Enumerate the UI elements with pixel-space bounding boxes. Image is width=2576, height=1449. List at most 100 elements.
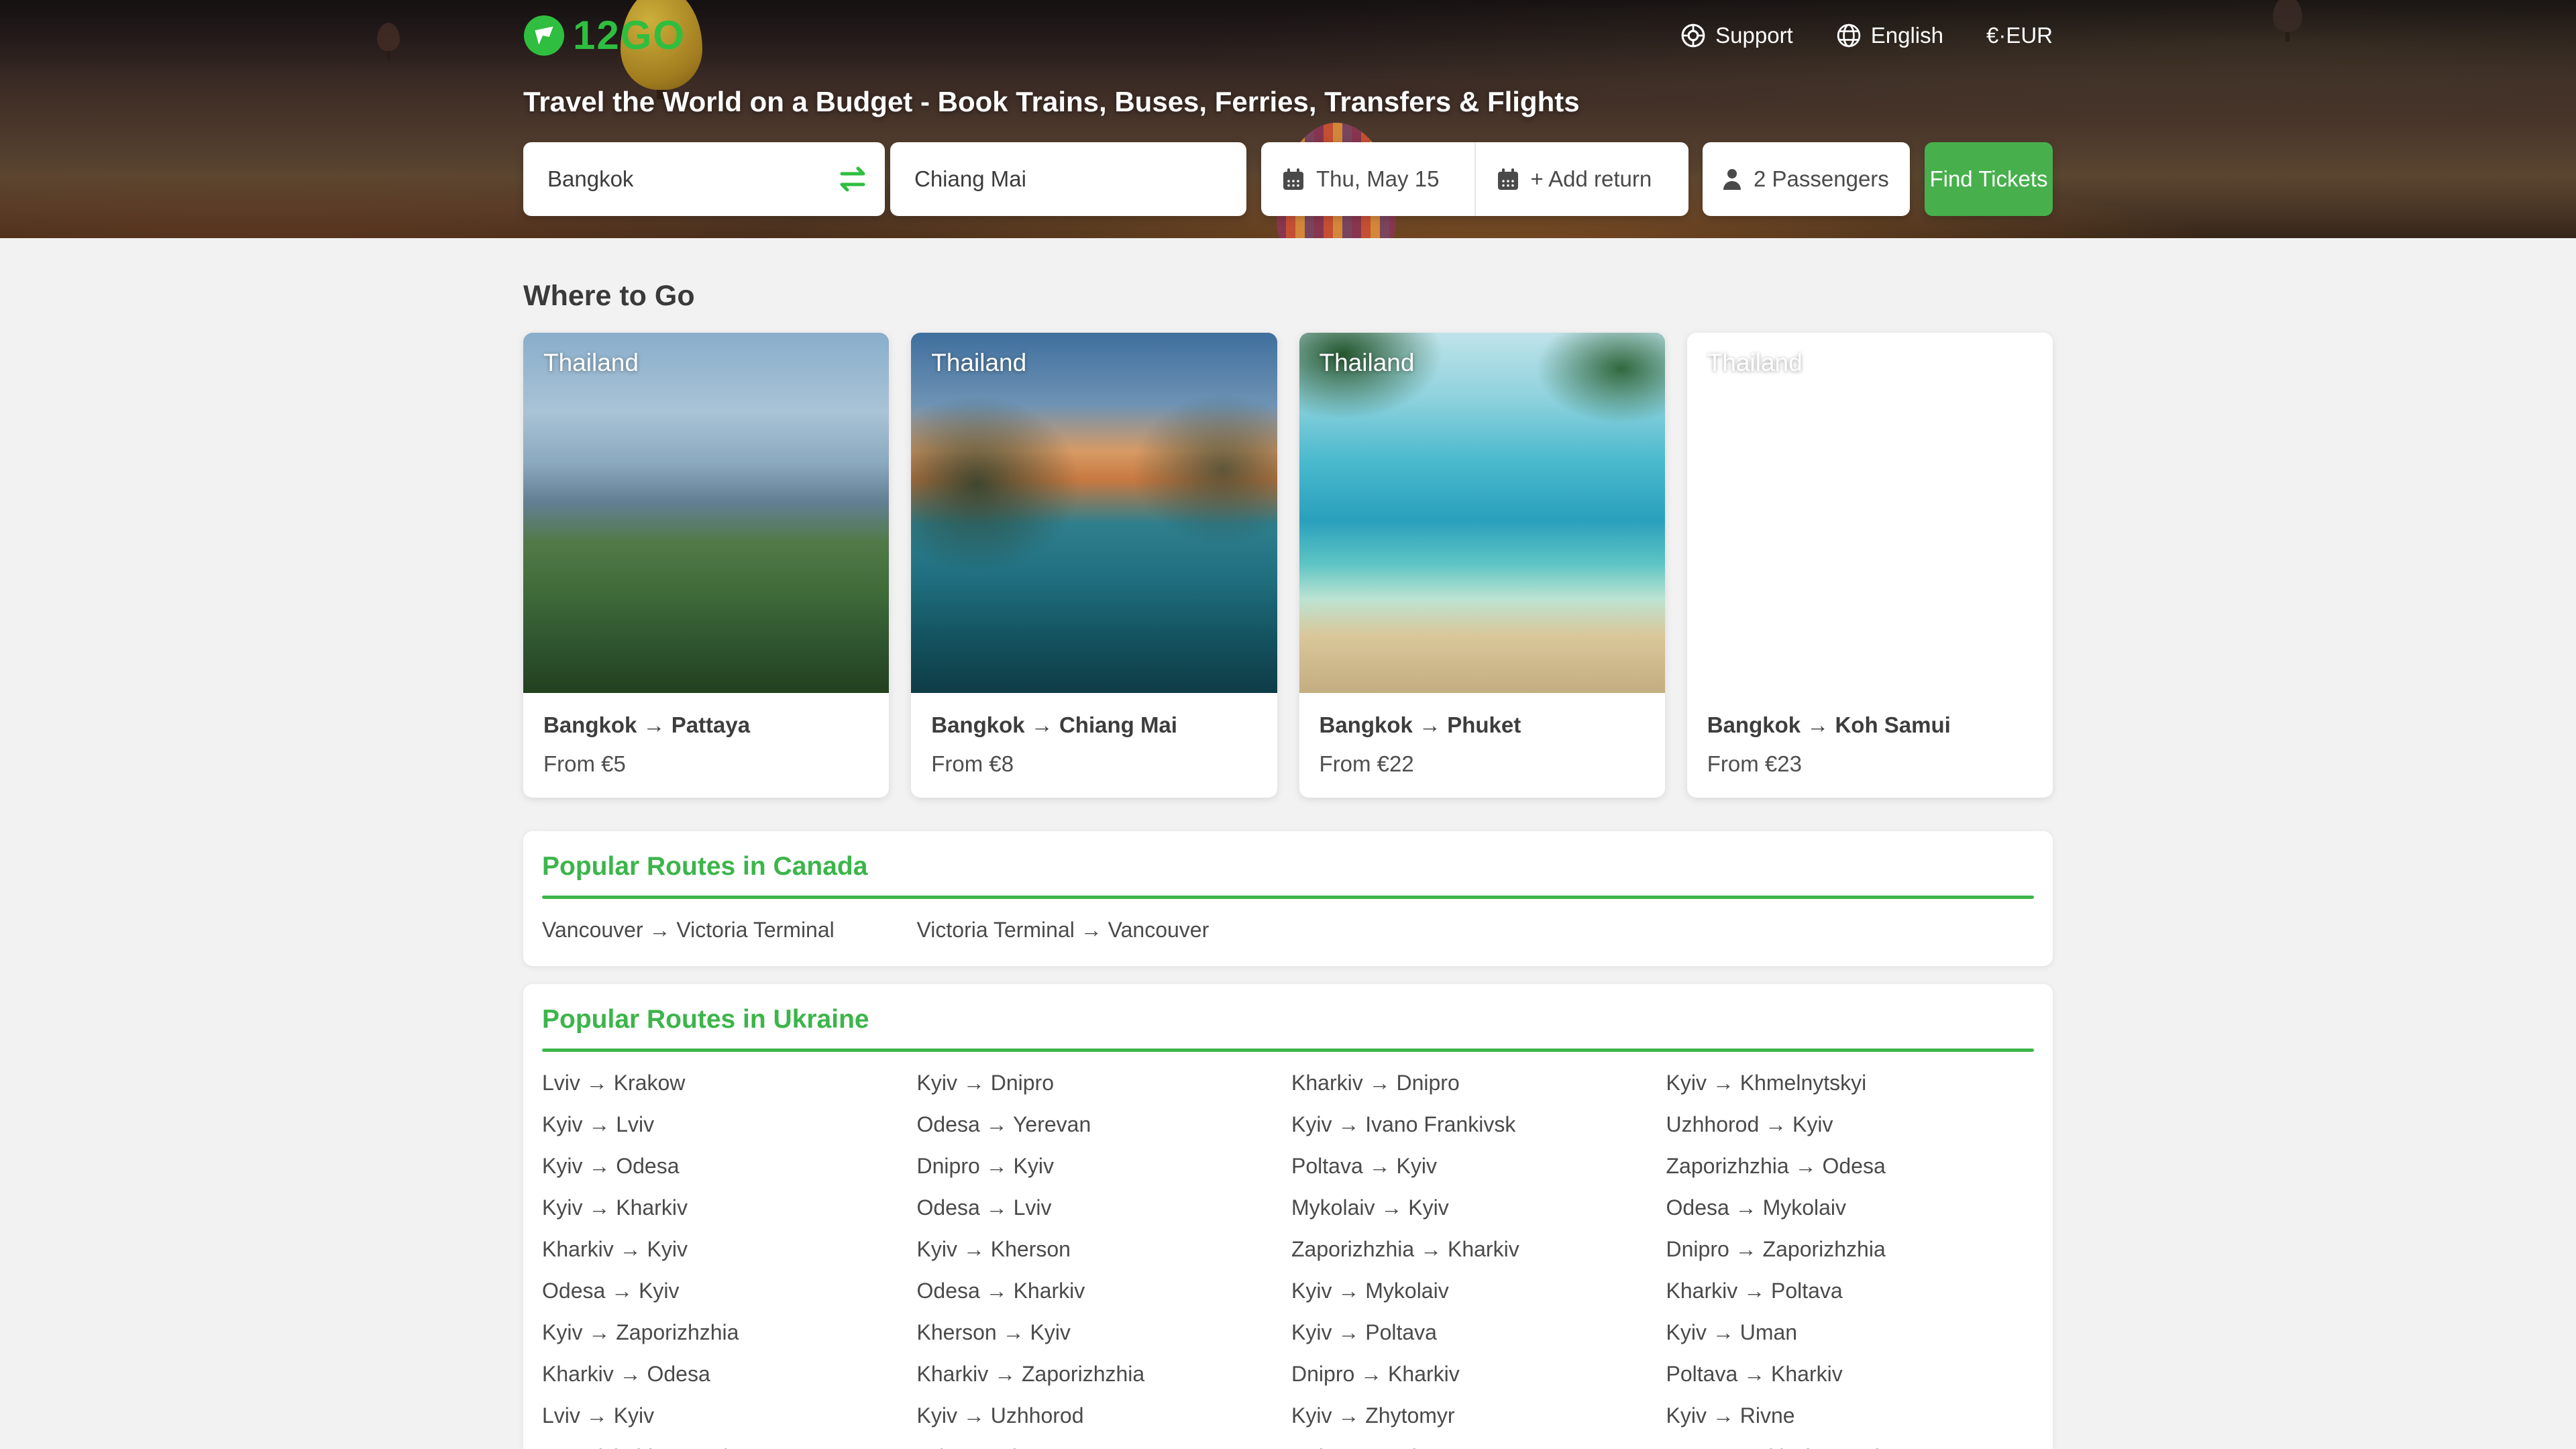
find-tickets-button[interactable]: Find Tickets: [1925, 142, 2053, 216]
card-price: From €8: [931, 751, 1256, 777]
route-link[interactable]: Victoria Terminal → Vancouver: [917, 916, 1285, 943]
route-link[interactable]: Kharkiv → Odesa: [542, 1360, 910, 1387]
from-input[interactable]: [523, 142, 885, 216]
return-date-field[interactable]: + Add return: [1474, 142, 1689, 216]
route-link[interactable]: Kyiv → Odesa: [542, 1152, 910, 1179]
section-title-canada: Popular Routes in Canada: [542, 851, 2034, 882]
route-link[interactable]: Poltava → Kyiv: [1291, 1152, 1660, 1179]
route-link[interactable]: Kyiv → Kherson: [917, 1236, 1285, 1263]
route-link[interactable]: Lviv → Krakow: [542, 1069, 910, 1096]
route-link[interactable]: Odesa → Kyiv: [542, 1277, 910, 1304]
route-link[interactable]: Lviv → Kyiv: [542, 1402, 910, 1429]
passengers-field[interactable]: 2 Passengers: [1703, 142, 1910, 216]
route-link[interactable]: Odesa → Mykolaiv: [1666, 1194, 2035, 1221]
add-return-label: + Add return: [1531, 166, 1652, 192]
destination-image: Thailand: [1687, 333, 2053, 693]
globe-icon: [1836, 23, 1862, 48]
route-link[interactable]: Ivano Frankivsk → Kyiv: [1666, 1444, 2035, 1449]
calendar-icon: [1281, 167, 1305, 191]
route-link[interactable]: Odesa → Kharkiv: [917, 1277, 1285, 1304]
route-link[interactable]: Kharkiv → Kyiv: [542, 1236, 910, 1263]
passengers-value: 2 Passengers: [1754, 166, 1889, 192]
route-link[interactable]: Kyiv → Kharkiv: [542, 1194, 910, 1221]
card-caption: Bangkok → Koh Samui From €23: [1687, 693, 2053, 798]
calendar-icon: [1496, 167, 1520, 191]
card-price: From €5: [543, 751, 869, 777]
card-route-title: Bangkok → Phuket: [1320, 712, 1645, 739]
card-route-title: Bangkok → Pattaya: [543, 712, 869, 739]
logo-icon: [523, 15, 565, 56]
route-link[interactable]: Kyiv → Lviv: [542, 1111, 910, 1138]
route-link[interactable]: Kherson → Kyiv: [917, 1319, 1285, 1346]
route-link[interactable]: Kyiv → Ivano Frankivsk: [1291, 1111, 1660, 1138]
route-link[interactable]: Kyiv → Mykolaiv: [1291, 1277, 1660, 1304]
route-link[interactable]: Zaporizhzhia → Odesa: [1666, 1152, 2035, 1179]
destination-card[interactable]: Thailand Bangkok → Chiang Mai From €8: [911, 333, 1277, 798]
route-link[interactable]: Lviv → Odesa: [917, 1444, 1285, 1449]
language-selector[interactable]: English: [1836, 23, 1943, 48]
hot-air-balloon-small: [377, 23, 400, 51]
top-navigation: 12GO Support English €·EUR: [523, 0, 2053, 56]
logo-text: 12GO: [573, 15, 686, 56]
route-link[interactable]: Dnipro → Odesa: [1291, 1444, 1660, 1449]
route-link[interactable]: Dnipro → Kyiv: [917, 1152, 1285, 1179]
destination-card[interactable]: Thailand Bangkok → Koh Samui From €23: [1687, 333, 2053, 798]
date-fields: Thu, May 15 + Add return: [1261, 142, 1688, 216]
card-route-title: Bangkok → Koh Samui: [1707, 712, 2033, 739]
where-to-go-title: Where to Go: [523, 280, 2053, 313]
currency-label: €·EUR: [1986, 23, 2053, 48]
destination-card[interactable]: Thailand Bangkok → Pattaya From €5: [523, 333, 889, 798]
route-link[interactable]: Dnipro → Kharkiv: [1291, 1360, 1660, 1387]
route-link[interactable]: Odesa → Yerevan: [917, 1111, 1285, 1138]
departure-date-value: Thu, May 15: [1316, 166, 1439, 192]
route-link[interactable]: Zaporizhzhia → Kharkiv: [1291, 1236, 1660, 1263]
departure-date-field[interactable]: Thu, May 15: [1261, 142, 1474, 216]
lifebuoy-icon: [1680, 23, 1706, 48]
hot-air-balloon-distant: [2273, 0, 2302, 32]
route-link[interactable]: Kyiv → Poltava: [1291, 1319, 1660, 1346]
route-link[interactable]: Kyiv → Zhytomyr: [1291, 1402, 1660, 1429]
routes-list-ukraine: Lviv → Krakow Kyiv → Dnipro Kharkiv → Dn…: [542, 1052, 2034, 1449]
country-label: Thailand: [543, 349, 639, 377]
hero-title: Travel the World on a Budget - Book Trai…: [523, 86, 2053, 118]
route-link[interactable]: Kyiv → Uzhhorod: [917, 1402, 1285, 1429]
route-link[interactable]: Kyiv → Khmelnytskyi: [1666, 1069, 2035, 1096]
destination-card[interactable]: Thailand Bangkok → Phuket From €22: [1299, 333, 1665, 798]
to-input[interactable]: [890, 142, 1246, 216]
to-field: [890, 142, 1246, 216]
route-link[interactable]: Kyiv → Zaporizhzhia: [542, 1319, 910, 1346]
route-link[interactable]: Mykolaiv → Kyiv: [1291, 1194, 1660, 1221]
swap-directions-button[interactable]: [837, 163, 869, 195]
route-link[interactable]: Poltava → Kharkiv: [1666, 1360, 2035, 1387]
logo[interactable]: 12GO: [523, 15, 686, 56]
popular-routes-canada-section: Popular Routes in Canada Vancouver → Vic…: [523, 831, 2053, 966]
language-label: English: [1871, 23, 1943, 48]
card-caption: Bangkok → Chiang Mai From €8: [911, 693, 1277, 798]
country-label: Thailand: [1707, 349, 1803, 377]
card-caption: Bangkok → Phuket From €22: [1299, 693, 1665, 798]
route-link[interactable]: Kyiv → Uman: [1666, 1319, 2035, 1346]
route-link[interactable]: Zaporizhzhia → Kyiv: [542, 1444, 910, 1449]
destination-image: Thailand: [523, 333, 889, 693]
support-link[interactable]: Support: [1680, 23, 1793, 48]
route-link[interactable]: Kharkiv → Dnipro: [1291, 1069, 1660, 1096]
card-price: From €22: [1320, 751, 1645, 777]
destination-image: Thailand: [911, 333, 1277, 693]
route-link[interactable]: Uzhhorod → Kyiv: [1666, 1111, 2035, 1138]
support-label: Support: [1715, 23, 1793, 48]
country-label: Thailand: [931, 349, 1026, 377]
from-field: [523, 142, 885, 216]
route-link[interactable]: Vancouver → Victoria Terminal: [542, 916, 910, 943]
route-link[interactable]: Odesa → Lviv: [917, 1194, 1285, 1221]
card-route-title: Bangkok → Chiang Mai: [931, 712, 1256, 739]
header-menu: Support English €·EUR: [1680, 23, 2053, 48]
popular-routes-ukraine-section: Popular Routes in Ukraine Lviv → Krakow …: [523, 984, 2053, 1449]
route-link[interactable]: Kyiv → Dnipro: [917, 1069, 1285, 1096]
route-link[interactable]: Dnipro → Zaporizhzhia: [1666, 1236, 2035, 1263]
route-link[interactable]: Kharkiv → Poltava: [1666, 1277, 2035, 1304]
card-price: From €23: [1707, 751, 2033, 777]
routes-list-canada: Vancouver → Victoria Terminal Victoria T…: [542, 899, 2034, 943]
currency-selector[interactable]: €·EUR: [1986, 23, 2053, 48]
route-link[interactable]: Kyiv → Rivne: [1666, 1402, 2035, 1429]
route-link[interactable]: Kharkiv → Zaporizhzhia: [917, 1360, 1285, 1387]
